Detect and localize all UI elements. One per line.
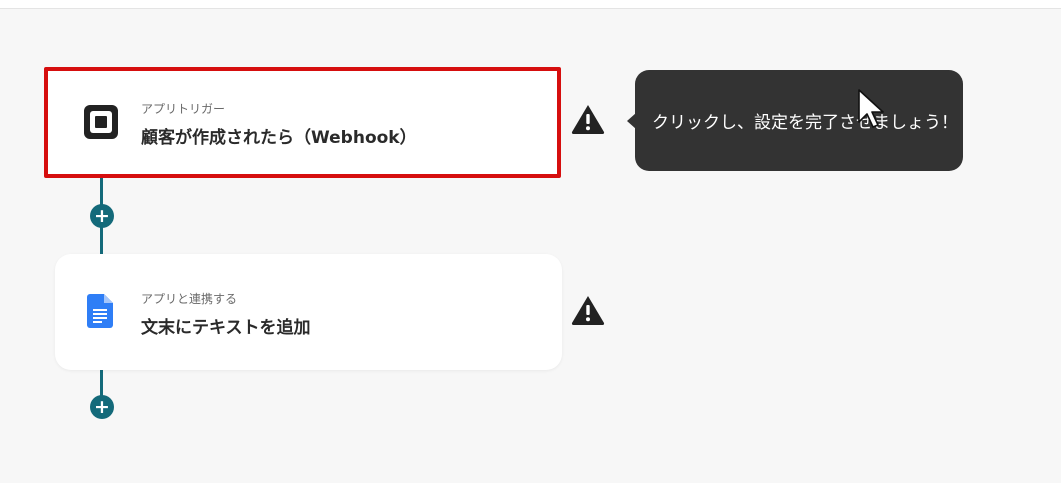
trigger-subtitle: アプリトリガー bbox=[141, 102, 226, 116]
trigger-title: 顧客が作成されたら（Webhook） bbox=[141, 128, 417, 148]
warning-icon[interactable] bbox=[571, 104, 605, 134]
action-title: 文末にテキストを追加 bbox=[141, 318, 311, 338]
top-bar bbox=[0, 0, 1061, 9]
trigger-card[interactable]: アプリトリガー 顧客が作成されたら（Webhook） bbox=[44, 67, 561, 178]
add-step-button[interactable]: + bbox=[90, 204, 114, 228]
tooltip-text: クリックし、設定を完了させましょう！ bbox=[652, 113, 958, 133]
square-logo-icon bbox=[83, 104, 119, 140]
plus-icon: + bbox=[94, 395, 110, 418]
google-docs-icon bbox=[85, 293, 115, 329]
action-subtitle: アプリと連携する bbox=[141, 292, 238, 306]
setup-tooltip: クリックし、設定を完了させましょう！ bbox=[635, 70, 963, 171]
add-step-button[interactable]: + bbox=[90, 395, 114, 419]
workflow-canvas: アプリトリガー 顧客が作成されたら（Webhook） + アプリと連携する 文末… bbox=[0, 0, 1061, 483]
mouse-cursor-icon bbox=[858, 89, 884, 129]
plus-icon: + bbox=[94, 204, 110, 227]
action-card[interactable]: アプリと連携する 文末にテキストを追加 bbox=[55, 254, 562, 370]
warning-icon[interactable] bbox=[571, 295, 605, 325]
